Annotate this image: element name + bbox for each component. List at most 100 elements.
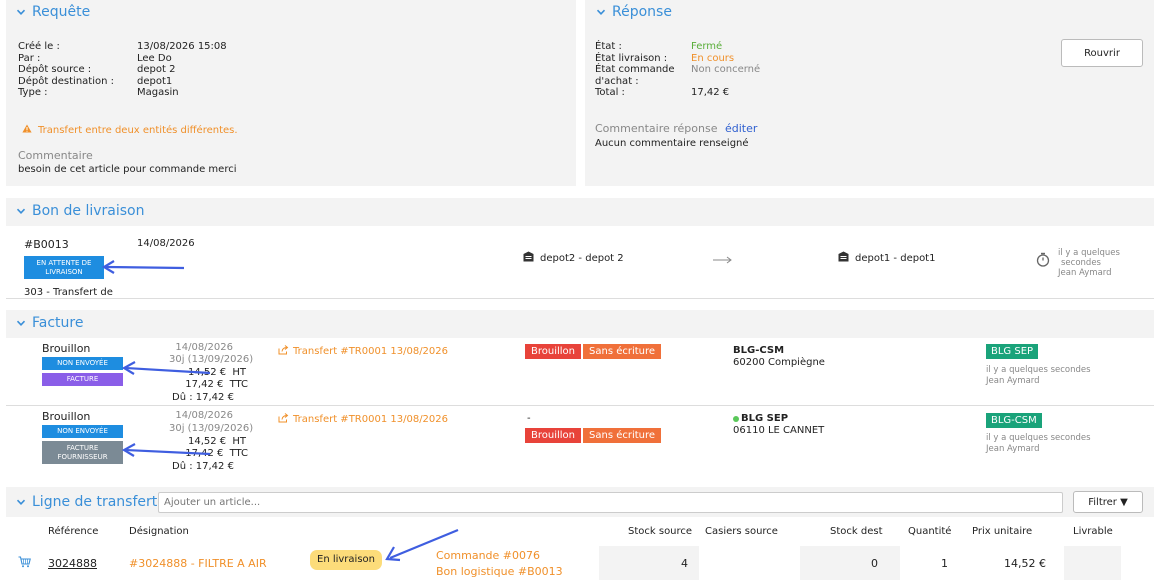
col-prix[interactable]: Prix unitaire (972, 526, 1032, 537)
bon-description: 303 - Transfert de (24, 287, 113, 298)
facture-date: 14/08/2026 (175, 342, 233, 353)
row-quantite: 1 (941, 557, 948, 570)
reponse-comment-label: Commentaire réponse (595, 122, 718, 135)
value-type: Magasin (137, 87, 179, 98)
value-livraison: En cours (691, 52, 735, 64)
chevron-down-icon (16, 7, 26, 17)
reponse-comment-row: Commentaire réponse éditer (595, 122, 757, 135)
col-quantite[interactable]: Quantité (908, 526, 951, 537)
filter-button[interactable]: Filtrer ▼ (1073, 491, 1143, 513)
warning-text: Transfert entre deux entités différentes… (38, 124, 238, 136)
facture-transfer-link[interactable]: Transfert #TR0001 13/08/2026 (278, 345, 448, 358)
row-status-badge: En livraison (310, 550, 382, 570)
facture-ttc-label: TTC (229, 448, 248, 459)
facture-ht: 14,52 € HT (170, 436, 246, 447)
add-article-input[interactable] (158, 492, 1063, 513)
facture-tag-draft: Brouillon (525, 344, 581, 359)
edit-comment-link[interactable]: éditer (725, 122, 757, 135)
col-designation[interactable]: Désignation (129, 526, 189, 537)
reponse-comment: Aucun commentaire renseigné (595, 138, 749, 149)
facture-header-bar (6, 310, 1154, 338)
col-reference[interactable]: Référence (48, 526, 98, 537)
facture-ttc-value: 17,42 € (185, 448, 224, 459)
lignes-header[interactable]: Ligne de transfert (16, 494, 157, 510)
col-stock-source[interactable]: Stock source (628, 526, 692, 537)
facture-ttc-value: 17,42 € (185, 379, 224, 390)
warning-icon (22, 124, 32, 136)
bon-header[interactable]: Bon de livraison (16, 203, 144, 219)
value-commande: Non concerné (691, 64, 761, 75)
row-designation[interactable]: #3024888 - FILTRE A AIR (129, 557, 267, 570)
reopen-button[interactable]: Rouvrir (1061, 39, 1143, 67)
online-dot-icon (733, 415, 739, 422)
label-total: Total : (595, 87, 625, 98)
facture-tag-no-entry: Sans écriture (583, 344, 662, 359)
facture-transfer-text: Transfert #TR0001 13/08/2026 (293, 346, 449, 357)
value-etat: Fermé (691, 41, 723, 52)
bon-number[interactable]: #B0013 (24, 238, 69, 251)
bon-title: Bon de livraison (32, 203, 145, 219)
col-casiers-source[interactable]: Casiers source (705, 526, 778, 537)
facture-ht-value: 14,52 € (188, 436, 227, 447)
facture-du: Dû : 17,42 € (172, 392, 234, 403)
row-commande-link[interactable]: Commande #0076 (436, 549, 540, 562)
facture-transfer-link[interactable]: Transfert #TR0001 13/08/2026 (278, 413, 448, 426)
stopwatch-icon (1036, 252, 1050, 270)
bon-from: depot2 - depot 2 (523, 251, 624, 265)
facture-ttc: 17,42 € TTC (170, 379, 248, 390)
chevron-down-icon (16, 318, 26, 328)
cart-icon[interactable] (18, 556, 31, 571)
label-type: Type : (18, 87, 48, 98)
value-created: 13/08/2026 15:08 (137, 41, 227, 52)
facture-due: 30j (13/09/2026) (169, 354, 254, 365)
transfer-arrow-icon (713, 256, 733, 267)
chevron-down-icon (596, 7, 606, 17)
reponse-title: Réponse (612, 4, 672, 20)
facture-dash: - (527, 413, 531, 424)
row-bon-link[interactable]: Bon logistique #B0013 (436, 565, 563, 578)
facture-ht-value: 14,52 € (188, 367, 227, 378)
label-livraison: État livraison : (595, 52, 668, 64)
shelf-bg-3 (1064, 546, 1121, 580)
facture-company: BLG SEP (733, 413, 788, 424)
facture-type-badge: FACTURE (42, 373, 123, 386)
col-stock-dest[interactable]: Stock dest (830, 526, 883, 537)
chevron-down-icon (16, 497, 26, 507)
facture-time: il y a quelques secondes (986, 365, 1091, 375)
value-dest-depot: depot1 (137, 75, 173, 87)
value-total: 17,42 € (691, 87, 730, 98)
annotation-arrow-icon (101, 260, 185, 274)
facture-time: il y a quelques secondes (986, 433, 1091, 443)
facture-type-line2: FOURNISSEUR (57, 452, 108, 461)
facture-transfer-text: Transfert #TR0001 13/08/2026 (293, 414, 449, 425)
facture-date: 14/08/2026 (175, 410, 233, 421)
row-reference[interactable]: 3024888 (48, 557, 97, 570)
facture-entity-badge: BLG-CSM (986, 413, 1042, 428)
bon-header-bar (6, 198, 1154, 226)
label-commande-2: d'achat : (595, 75, 639, 87)
facture-company: BLG-CSM (733, 345, 785, 356)
facture-status: Brouillon (42, 342, 91, 355)
facture-ht-label: HT (232, 436, 246, 447)
facture-tag-no-entry: Sans écriture (583, 428, 662, 443)
requete-warning: Transfert entre deux entités différentes… (22, 124, 238, 136)
bon-status-line2: LIVRAISON (45, 267, 83, 276)
facture-sent-badge: NON ENVOYÉE (42, 425, 123, 438)
lignes-table-header: Référence Désignation Stock source Casie… (0, 526, 1155, 540)
warehouse-icon (838, 251, 849, 265)
requete-header[interactable]: Requête (16, 4, 90, 20)
col-livrable[interactable]: Livrable (1073, 526, 1113, 537)
facture-user: Jean Aymard (986, 444, 1040, 454)
facture-header[interactable]: Facture (16, 315, 83, 331)
label-etat: État : (595, 41, 622, 52)
label-by: Par : (18, 52, 41, 64)
facture-du: Dû : 17,42 € (172, 461, 234, 472)
facture-sent-badge: NON ENVOYÉE (42, 357, 123, 370)
bon-time: il y a quelques secondes Jean Aymard (1058, 248, 1120, 278)
label-created: Créé le : (18, 41, 60, 52)
divider (6, 405, 1154, 406)
reponse-header[interactable]: Réponse (596, 4, 672, 20)
value-by: Lee Do (137, 52, 172, 64)
facture-ht-label: HT (232, 367, 246, 378)
facture-type-badge: FACTURE FOURNISSEUR (42, 441, 123, 464)
